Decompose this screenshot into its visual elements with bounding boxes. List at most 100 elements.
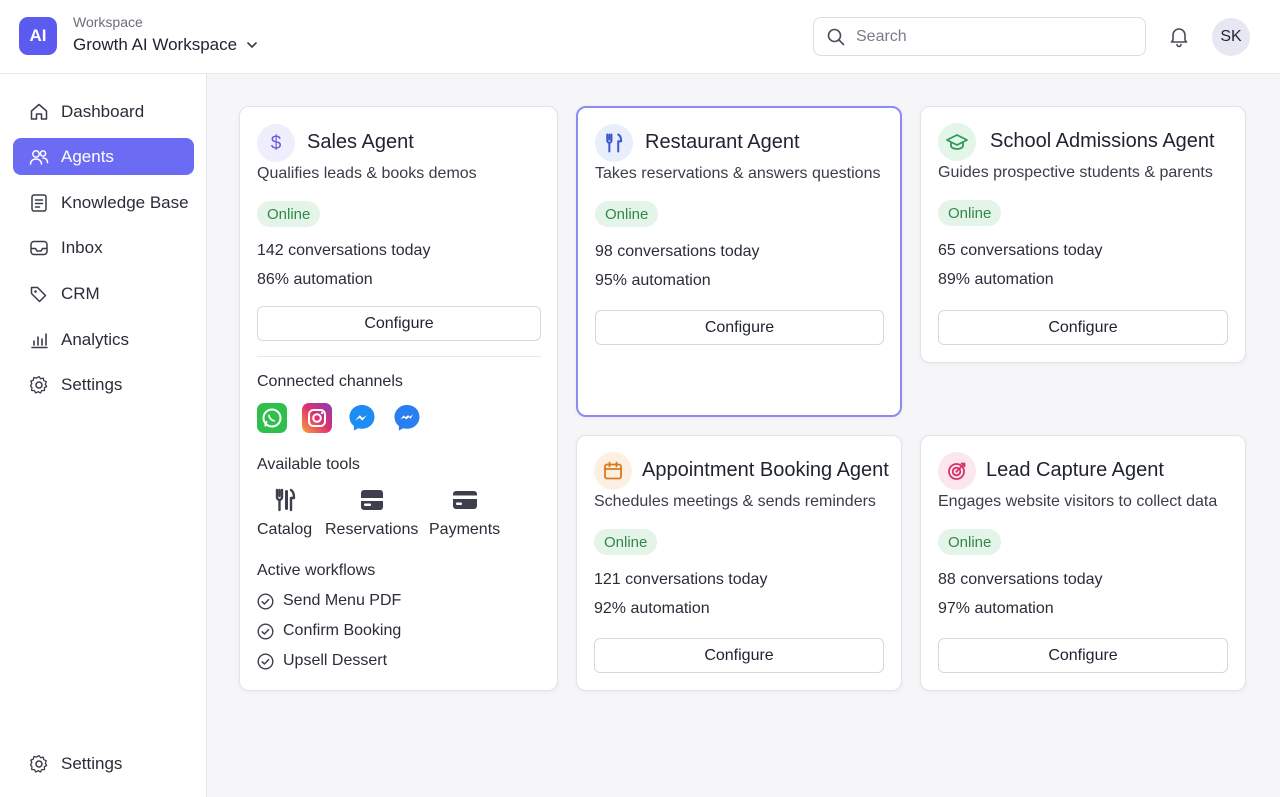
search-icon bbox=[827, 28, 845, 45]
conversations-stat: 142 conversations today bbox=[257, 242, 431, 259]
workspace-label: Workspace bbox=[73, 14, 143, 30]
workflow-item[interactable]: Upsell Dessert bbox=[257, 652, 387, 670]
status-badge: Online bbox=[257, 201, 321, 227]
messenger-blue-icon[interactable] bbox=[392, 403, 422, 433]
check-circle-icon bbox=[257, 592, 274, 610]
search-box[interactable] bbox=[813, 17, 1146, 56]
connected-channels-label: Connected channels bbox=[257, 373, 403, 390]
graduation-cap-icon bbox=[938, 123, 976, 161]
sidebar-footer-settings[interactable]: Settings bbox=[13, 745, 194, 782]
utensils-icon bbox=[595, 124, 633, 162]
tool-label: Catalog bbox=[257, 521, 313, 538]
conversations-stat: 88 conversations today bbox=[938, 571, 1103, 588]
inbox-icon bbox=[30, 240, 48, 255]
check-circle-icon bbox=[257, 652, 274, 670]
agent-title: Sales Agent bbox=[307, 131, 414, 153]
agent-card-lead-capture[interactable]: Lead Capture Agent Engages website visit… bbox=[920, 435, 1246, 691]
sidebar-item-knowledge-base[interactable]: Knowledge Base bbox=[13, 184, 194, 221]
workflow-item[interactable]: Send Menu PDF bbox=[257, 592, 401, 610]
configure-button[interactable]: Configure bbox=[938, 638, 1228, 673]
sidebar-item-settings[interactable]: Settings bbox=[13, 366, 194, 403]
sidebar-item-label: Dashboard bbox=[61, 101, 145, 121]
active-workflows-label: Active workflows bbox=[257, 562, 376, 579]
workflow-item[interactable]: Confirm Booking bbox=[257, 622, 401, 640]
agent-title: School Admissions Agent bbox=[990, 130, 1215, 152]
chevron-down-icon bbox=[247, 42, 257, 48]
whatsapp-icon[interactable] bbox=[257, 403, 287, 433]
sidebar-item-label: Settings bbox=[61, 374, 123, 394]
check-circle-icon bbox=[257, 622, 274, 640]
agent-description: Takes reservations & answers questions bbox=[595, 165, 881, 182]
sidebar-item-label: Agents bbox=[61, 146, 114, 166]
agent-title: Appointment Booking Agent bbox=[642, 459, 889, 481]
sidebar: Dashboard Agents Knowledge Base Inbox CR… bbox=[0, 74, 207, 797]
workspace-switcher[interactable]: Growth AI Workspace bbox=[73, 35, 259, 55]
utensils-icon bbox=[275, 488, 295, 512]
automation-stat: 95% automation bbox=[595, 272, 711, 289]
home-icon bbox=[30, 103, 48, 120]
sidebar-item-label: Analytics bbox=[61, 329, 130, 349]
dollar-icon: $ bbox=[257, 124, 295, 162]
bell-icon[interactable] bbox=[1167, 24, 1191, 48]
sidebar-item-analytics[interactable]: Analytics bbox=[13, 321, 194, 358]
status-badge: Online bbox=[595, 201, 659, 227]
tool-catalog[interactable]: Catalog bbox=[257, 487, 312, 539]
status-badge: Online bbox=[938, 529, 1002, 555]
divider bbox=[257, 356, 541, 357]
workflow-label: Upsell Dessert bbox=[283, 652, 388, 669]
configure-button[interactable]: Configure bbox=[594, 638, 884, 673]
sidebar-item-label: CRM bbox=[61, 283, 100, 303]
bar-chart-icon bbox=[31, 332, 48, 348]
gear-icon bbox=[29, 375, 48, 394]
agent-description: Qualifies leads & books demos bbox=[257, 165, 477, 182]
svg-text:$: $ bbox=[271, 133, 282, 154]
status-badge: Online bbox=[594, 529, 658, 555]
tag-icon bbox=[30, 286, 47, 302]
sidebar-item-label: Settings bbox=[61, 753, 123, 773]
credit-card-icon bbox=[452, 491, 477, 509]
automation-stat: 92% automation bbox=[594, 600, 710, 617]
conversations-stat: 65 conversations today bbox=[938, 242, 1103, 259]
agent-card-restaurant[interactable]: Restaurant Agent Takes reservations & an… bbox=[576, 106, 902, 417]
instagram-icon[interactable] bbox=[302, 403, 332, 433]
users-icon bbox=[29, 149, 49, 165]
messenger-icon[interactable] bbox=[347, 403, 377, 433]
tool-payments[interactable]: Payments bbox=[429, 487, 500, 539]
sidebar-item-inbox[interactable]: Inbox bbox=[13, 229, 194, 266]
sidebar-item-agents[interactable]: Agents bbox=[13, 138, 194, 175]
conversations-stat: 121 conversations today bbox=[594, 571, 768, 588]
tool-label: Reservations bbox=[325, 521, 419, 538]
top-header: AI Workspace Growth AI Workspace SK bbox=[0, 0, 1280, 74]
tool-label: Payments bbox=[429, 521, 501, 538]
status-badge: Online bbox=[938, 200, 1002, 226]
agent-card-sales: $ Sales Agent Qualifies leads & books de… bbox=[239, 106, 558, 691]
workflow-label: Send Menu PDF bbox=[283, 592, 402, 609]
target-icon bbox=[938, 452, 976, 490]
conversations-stat: 98 conversations today bbox=[595, 243, 760, 260]
search-input[interactable] bbox=[856, 27, 1126, 46]
reservations-icon bbox=[360, 490, 383, 510]
automation-stat: 89% automation bbox=[938, 271, 1054, 288]
agent-description: Guides prospective students & parents bbox=[938, 164, 1213, 181]
sidebar-item-crm[interactable]: CRM bbox=[13, 275, 194, 312]
available-tools-label: Available tools bbox=[257, 456, 360, 473]
sidebar-item-label: Inbox bbox=[61, 237, 103, 257]
agent-title: Lead Capture Agent bbox=[986, 459, 1164, 481]
configure-button[interactable]: Configure bbox=[595, 310, 884, 345]
agent-title: Restaurant Agent bbox=[645, 131, 800, 153]
sidebar-item-label: Knowledge Base bbox=[61, 192, 189, 212]
tool-reservations[interactable]: Reservations bbox=[325, 487, 418, 539]
agent-card-school-admissions[interactable]: School Admissions Agent Guides prospecti… bbox=[920, 106, 1246, 363]
agent-description: Engages website visitors to collect data bbox=[938, 493, 1218, 510]
configure-button[interactable]: Configure bbox=[257, 306, 541, 341]
agent-card-appointment-booking[interactable]: Appointment Booking Agent Schedules meet… bbox=[576, 435, 902, 691]
automation-stat: 97% automation bbox=[938, 600, 1054, 617]
configure-button[interactable]: Configure bbox=[938, 310, 1228, 345]
workflow-label: Confirm Booking bbox=[283, 622, 402, 639]
gear-icon bbox=[29, 754, 48, 773]
user-avatar[interactable]: SK bbox=[1212, 18, 1250, 56]
calendar-icon bbox=[594, 452, 632, 490]
app-logo[interactable]: AI bbox=[19, 17, 57, 55]
workspace-name: Growth AI Workspace bbox=[73, 35, 238, 54]
sidebar-item-dashboard[interactable]: Dashboard bbox=[13, 93, 194, 130]
